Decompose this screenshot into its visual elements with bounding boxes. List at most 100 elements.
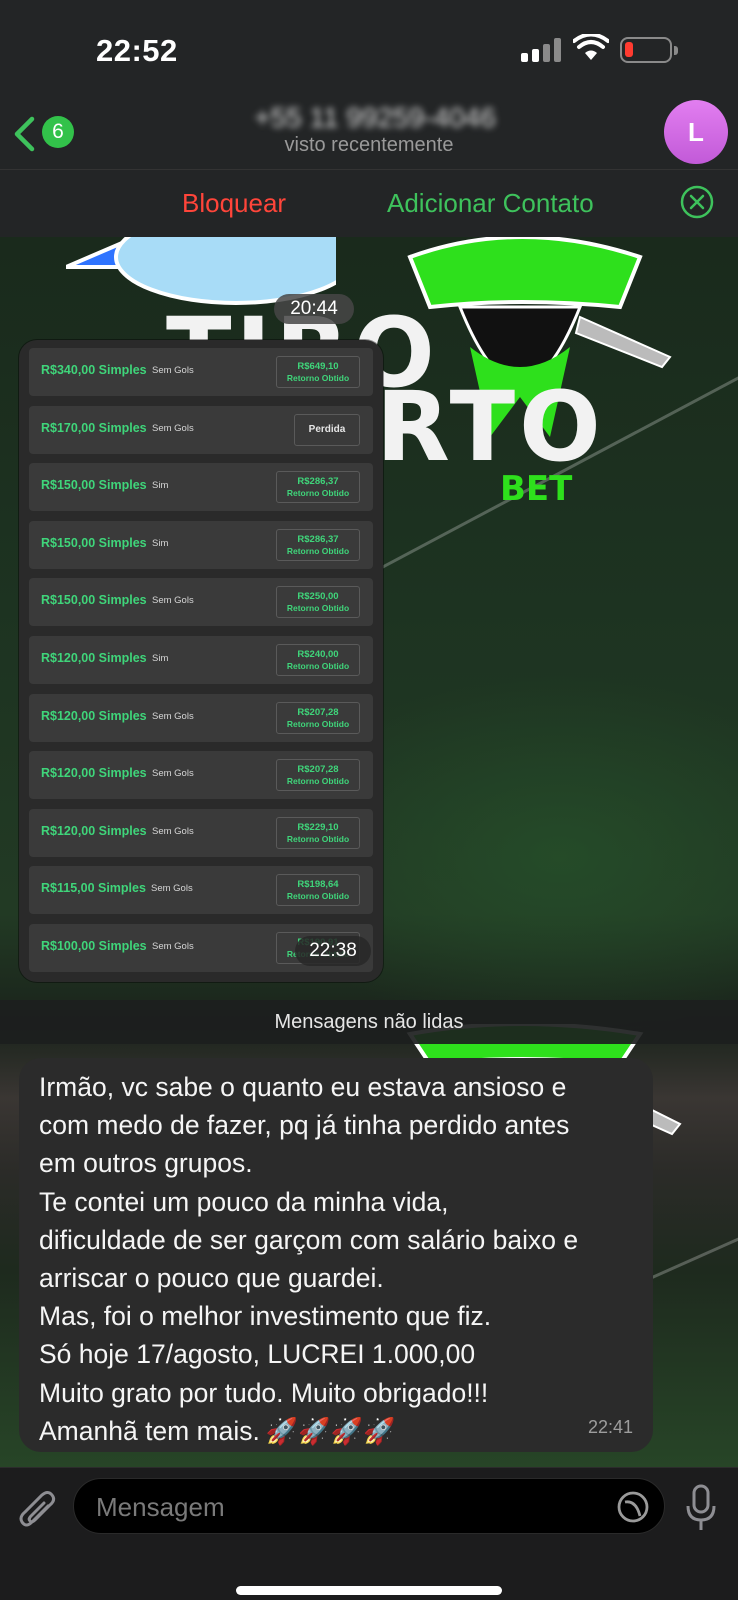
bet-market: Sem Gols bbox=[152, 710, 194, 722]
wifi-icon bbox=[573, 34, 609, 60]
home-indicator[interactable] bbox=[236, 1586, 502, 1595]
bet-result-label: Retorno Obtido bbox=[286, 488, 350, 499]
date-pill: 20:44 bbox=[274, 294, 354, 324]
unknown-contact-action-bar: Bloquear Adicionar Contato bbox=[0, 169, 738, 237]
message-line: Mas, foi o melhor investimento que fiz. bbox=[39, 1301, 492, 1332]
bet-amount: R$100,00 Simples bbox=[41, 938, 147, 953]
status-time: 22:52 bbox=[96, 33, 178, 68]
avatar[interactable]: L bbox=[664, 100, 728, 164]
contact-status: visto recentemente bbox=[284, 134, 454, 156]
bet-row: R$340,00 Simples Sem Gols R$649,10 Retorno … bbox=[29, 348, 373, 396]
text-message[interactable]: Irmão, vc sabe o quanto eu estava ansios… bbox=[19, 1058, 653, 1452]
bet-amount: R$150,00 Simples bbox=[41, 593, 147, 608]
bet-amount: R$115,00 Simples bbox=[41, 881, 146, 896]
message-line: dificuldade de ser garçom com salário ba… bbox=[39, 1224, 579, 1255]
bet-market: Sem Gols bbox=[152, 595, 194, 607]
message-input-placeholder: Mensagem bbox=[96, 1492, 225, 1522]
bet-market: Sem Gols bbox=[152, 940, 194, 952]
wallpaper-logo-word: RTO bbox=[376, 371, 605, 483]
bet-list: R$340,00 Simples Sem Gols R$649,10 Retorno … bbox=[29, 348, 373, 982]
bet-amount: R$120,00 Simples bbox=[41, 766, 147, 781]
bet-result-label: Retorno Obtido bbox=[286, 891, 350, 902]
bet-result-label: Retorno Obtido bbox=[286, 660, 350, 671]
bet-result-badge: R$198,64 Retorno Obtido bbox=[276, 874, 360, 907]
bet-market: Sem Gols bbox=[151, 883, 193, 895]
message-line: com medo de fazer, pq já tinha perdido a… bbox=[39, 1110, 570, 1141]
bet-result-badge: Perdida bbox=[294, 413, 360, 446]
bet-result-value: R$649,10 bbox=[297, 361, 339, 372]
bet-result-label: Retorno Obtido bbox=[286, 373, 350, 383]
bet-result-label: Retorno Obtido bbox=[286, 776, 350, 787]
bet-row: R$120,00 Simples Sem Gols R$207,28 Retorno … bbox=[29, 693, 373, 742]
message-line: Te contei um pouco da minha vida, bbox=[39, 1186, 449, 1217]
bet-market: Sem Gols bbox=[152, 825, 194, 837]
bet-result-label: Retorno Obtido bbox=[286, 603, 350, 614]
bet-result-value: R$198,64 bbox=[297, 879, 339, 891]
bet-result-value: Perdida bbox=[308, 423, 346, 435]
bet-row: R$150,00 Simples Sem Gols R$250,00 Retorno … bbox=[29, 578, 373, 627]
bet-result-label: Retorno Obtido bbox=[286, 545, 350, 556]
bet-result-badge: R$207,28 Retorno Obtido bbox=[276, 701, 360, 734]
bet-market: Sim bbox=[152, 537, 169, 549]
bet-market: Sem Gols bbox=[152, 422, 194, 434]
bet-result-label: Retorno Obtido bbox=[286, 718, 350, 729]
bet-result-badge: R$286,37 Retorno Obtido bbox=[276, 528, 360, 561]
bet-amount: R$120,00 Simples bbox=[41, 708, 147, 723]
message-line: Irmão, vc sabe o quanto eu estava ansios… bbox=[39, 1072, 567, 1102]
back-chevron-icon bbox=[14, 116, 35, 152]
bet-market: Sem Gols bbox=[152, 768, 194, 780]
bet-row: R$170,00 Simples Sem Gols Perdida bbox=[29, 405, 373, 454]
bet-result-badge: R$649,10 Retorno Obtido bbox=[276, 356, 360, 388]
signal-icon bbox=[521, 38, 563, 62]
bet-result-value: R$240,00 bbox=[297, 648, 339, 660]
message-line: Muito grato por tudo. Muito obrigado!!! bbox=[39, 1377, 489, 1408]
unread-messages-divider: Mensagens não lidas bbox=[0, 1000, 738, 1044]
bet-amount: R$150,00 Simples bbox=[41, 535, 147, 550]
image-message[interactable]: R$340,00 Simples Sem Gols R$649,10 Retorno … bbox=[19, 340, 383, 982]
bet-result-value: R$229,10 bbox=[297, 821, 339, 833]
message-line: Amanhã tem mais. 🚀🚀🚀🚀 bbox=[39, 1412, 635, 1450]
bet-row: R$150,00 Simples Sim R$286,37 Retorno Obtid… bbox=[29, 463, 373, 512]
bet-row: R$120,00 Simples Sem Gols R$229,10 Retorno … bbox=[29, 808, 373, 857]
message-line: em outros grupos. bbox=[39, 1148, 253, 1179]
bet-row: R$115,00 Simples Sem Gols R$198,64 Retorno … bbox=[29, 866, 373, 915]
message-line: Só hoje 17/agosto, LUCREI 1.000,00 bbox=[39, 1339, 476, 1370]
add-contact-button[interactable]: Adicionar Contato bbox=[387, 188, 594, 219]
bet-amount: R$150,00 Simples bbox=[41, 478, 147, 493]
close-circle-icon[interactable] bbox=[680, 185, 714, 219]
bet-result-value: R$250,00 bbox=[297, 591, 339, 603]
bet-amount: R$120,00 Simples bbox=[41, 823, 147, 838]
message-line: arriscar o pouco que guardei. bbox=[39, 1263, 384, 1294]
bet-amount: R$170,00 Simples bbox=[41, 420, 147, 435]
bet-row: R$120,00 Simples Sim R$240,00 Retorno Obtid… bbox=[29, 635, 373, 684]
bet-row: R$150,00 Simples Sim R$286,37 Retorno Obtid… bbox=[29, 520, 373, 569]
message-time: 22:41 bbox=[587, 1417, 633, 1437]
unread-count-badge: 6 bbox=[42, 116, 74, 148]
message-composer: Mensagem bbox=[0, 1467, 738, 1600]
wallpaper-logo-bet: BET bbox=[500, 469, 573, 509]
battery-icon bbox=[620, 37, 678, 63]
bet-result-badge: R$229,10 Retorno Obtido bbox=[276, 816, 360, 849]
bet-market: Sim bbox=[152, 480, 169, 492]
block-button[interactable]: Bloquear bbox=[182, 188, 286, 219]
bet-result-badge: R$207,28 Retorno Obtido bbox=[276, 759, 360, 792]
status-bar: 22:52 bbox=[0, 0, 738, 100]
rocket-emoji: 🚀🚀🚀🚀 bbox=[265, 1415, 396, 1446]
contact-name[interactable]: +55 11 99259-4046 bbox=[230, 102, 520, 132]
message-input[interactable]: Mensagem bbox=[73, 1478, 665, 1534]
chat-header: 6 +55 11 99259-4046 visto recentemente L bbox=[0, 100, 738, 169]
bet-result-value: R$286,37 bbox=[297, 476, 339, 488]
bet-amount: R$340,00 Simples bbox=[41, 363, 147, 377]
sticker-icon[interactable] bbox=[616, 1490, 650, 1524]
message-line-text: Amanhã tem mais. bbox=[39, 1415, 260, 1446]
bet-market: Sem Gols bbox=[152, 365, 194, 376]
back-button[interactable]: 6 bbox=[12, 114, 78, 154]
bet-result-badge: R$250,00 Retorno Obtido bbox=[276, 586, 360, 619]
bet-result-value: R$286,37 bbox=[297, 533, 339, 545]
paperclip-icon[interactable] bbox=[18, 1488, 58, 1534]
bet-result-value: R$207,28 bbox=[297, 764, 339, 776]
microphone-icon[interactable] bbox=[684, 1484, 718, 1534]
bet-row: R$120,00 Simples Sem Gols R$207,28 Retorno … bbox=[29, 751, 373, 800]
bet-amount: R$120,00 Simples bbox=[41, 650, 147, 665]
bet-result-value: R$207,28 bbox=[297, 706, 339, 718]
